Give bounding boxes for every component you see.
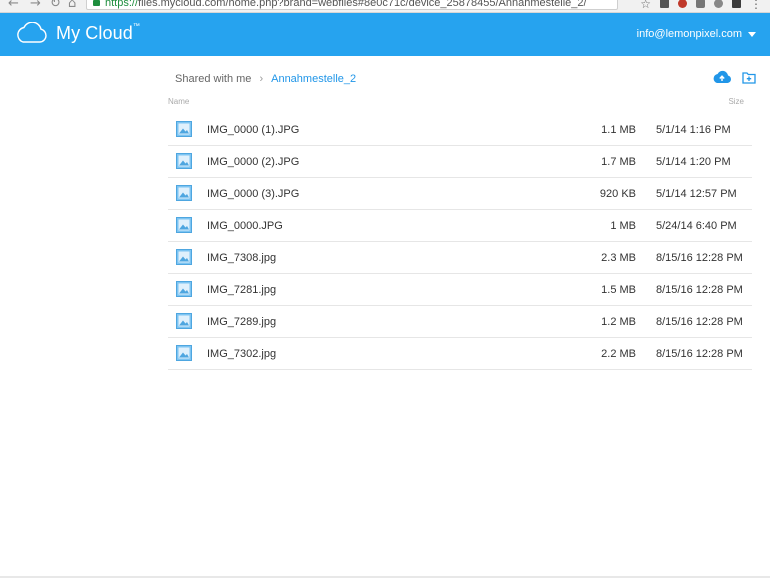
- file-row[interactable]: IMG_7281.jpg 1.5 MB 8/15/16 12:28 PM: [168, 274, 752, 306]
- extension-icon[interactable]: [678, 0, 687, 8]
- image-file-icon: [176, 313, 192, 329]
- file-date: 8/15/16 12:28 PM: [656, 252, 743, 264]
- forward-icon[interactable]: →: [30, 0, 41, 10]
- address-url: https://files.mycloud.com/home.php?brand…: [105, 0, 587, 9]
- breadcrumb: Shared with me › Annahmestelle_2: [175, 73, 356, 85]
- account-email: info@lemonpixel.com: [636, 28, 742, 40]
- file-name: IMG_7289.jpg: [207, 316, 277, 328]
- extension-icon[interactable]: [660, 0, 669, 8]
- brand-title: My Cloud: [56, 22, 133, 43]
- brand-name: My Cloud™: [56, 23, 140, 44]
- file-row[interactable]: IMG_0000 (1).JPG 1.1 MB 5/1/14 1:16 PM: [168, 114, 752, 146]
- image-file-icon: [176, 281, 192, 297]
- file-date: 8/15/16 12:28 PM: [656, 284, 743, 296]
- breadcrumb-root[interactable]: Shared with me: [175, 73, 251, 85]
- file-date: 5/1/14 1:16 PM: [656, 124, 731, 136]
- cloud-upload-icon[interactable]: [712, 70, 732, 84]
- file-row[interactable]: IMG_7308.jpg 2.3 MB 8/15/16 12:28 PM: [168, 242, 752, 274]
- menu-icon[interactable]: ⋮: [750, 0, 762, 11]
- file-name: IMG_7302.jpg: [207, 348, 277, 360]
- url-host: files.mycloud.com: [138, 0, 226, 9]
- reload-icon[interactable]: ↻: [50, 0, 61, 10]
- file-row[interactable]: IMG_7289.jpg 1.2 MB 8/15/16 12:28 PM: [168, 306, 752, 338]
- file-size: 1.1 MB: [601, 124, 636, 136]
- file-size: 1 MB: [610, 220, 636, 232]
- url-path: /home.php?brand=webfiles#8e0c71c/device_…: [225, 0, 587, 9]
- lock-icon: [93, 0, 100, 6]
- file-name: IMG_7281.jpg: [207, 284, 277, 296]
- home-icon[interactable]: ⌂: [68, 0, 76, 10]
- image-file-icon: [176, 185, 192, 201]
- breadcrumb-current[interactable]: Annahmestelle_2: [271, 73, 356, 85]
- extension-icon[interactable]: [696, 0, 705, 8]
- brand-logo[interactable]: My Cloud™: [14, 22, 140, 44]
- address-bar[interactable]: https://files.mycloud.com/home.php?brand…: [86, 0, 618, 10]
- image-file-icon: [176, 249, 192, 265]
- file-name: IMG_0000.JPG: [207, 220, 283, 232]
- file-toolbar: [712, 70, 756, 84]
- file-size: 1.5 MB: [601, 284, 636, 296]
- url-scheme: https://: [105, 0, 139, 9]
- brand-trademark: ™: [132, 22, 140, 30]
- file-name: IMG_0000 (3).JPG: [207, 188, 300, 200]
- browser-actions: ☆ ⋮: [640, 0, 762, 11]
- back-icon[interactable]: ←: [8, 0, 19, 10]
- file-size: 920 KB: [599, 188, 636, 200]
- image-file-icon: [176, 153, 192, 169]
- chevron-down-icon: [748, 31, 756, 37]
- file-size: 2.2 MB: [601, 348, 636, 360]
- file-list: IMG_0000 (1).JPG 1.1 MB 5/1/14 1:16 PM I…: [168, 114, 752, 370]
- file-date: 5/1/14 1:20 PM: [656, 156, 731, 168]
- column-size-header[interactable]: Size: [728, 97, 744, 106]
- image-file-icon: [176, 121, 192, 137]
- file-size: 1.7 MB: [601, 156, 636, 168]
- browser-toolbar: ← → ↻ ⌂ https://files.mycloud.com/home.p…: [0, 0, 770, 13]
- file-size: 1.2 MB: [601, 316, 636, 328]
- column-name-header[interactable]: Name: [168, 97, 189, 106]
- file-date: 5/1/14 12:57 PM: [656, 188, 737, 200]
- account-menu[interactable]: info@lemonpixel.com: [637, 28, 756, 40]
- column-header: Name Size: [168, 97, 752, 109]
- file-date: 5/24/14 6:40 PM: [656, 220, 737, 232]
- file-row[interactable]: IMG_7302.jpg 2.2 MB 8/15/16 12:28 PM: [168, 338, 752, 370]
- file-row[interactable]: IMG_0000 (3).JPG 920 KB 5/1/14 12:57 PM: [168, 178, 752, 210]
- breadcrumb-separator: ›: [259, 73, 264, 85]
- file-name: IMG_0000 (1).JPG: [207, 124, 300, 136]
- new-folder-icon[interactable]: [742, 71, 756, 84]
- image-file-icon: [176, 345, 192, 361]
- file-date: 8/15/16 12:28 PM: [656, 316, 743, 328]
- extension-icon[interactable]: [714, 0, 723, 8]
- cloud-icon: [17, 22, 47, 43]
- file-date: 8/15/16 12:28 PM: [656, 348, 743, 360]
- file-name: IMG_7308.jpg: [207, 252, 277, 264]
- file-row[interactable]: IMG_0000.JPG 1 MB 5/24/14 6:40 PM: [168, 210, 752, 242]
- file-row[interactable]: IMG_0000 (2).JPG 1.7 MB 5/1/14 1:20 PM: [168, 146, 752, 178]
- star-icon[interactable]: ☆: [640, 0, 651, 11]
- app-header: My Cloud™ info@lemonpixel.com: [0, 13, 770, 56]
- file-size: 2.3 MB: [601, 252, 636, 264]
- image-file-icon: [176, 217, 192, 233]
- file-name: IMG_0000 (2).JPG: [207, 156, 300, 168]
- extension-icon[interactable]: [732, 0, 741, 8]
